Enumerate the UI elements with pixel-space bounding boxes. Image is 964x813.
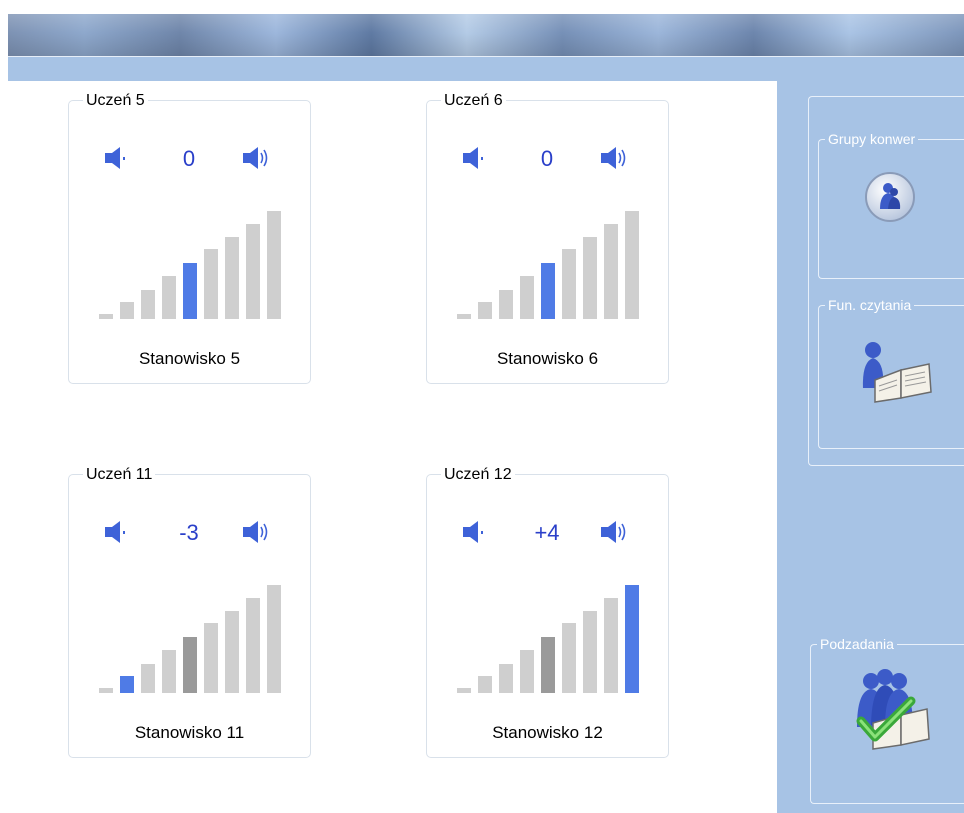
volume-bar[interactable] <box>183 637 197 693</box>
volume-bars[interactable] <box>457 209 639 319</box>
volume-bar[interactable] <box>625 211 639 319</box>
student-title: Uczeń 11 <box>83 466 156 484</box>
volume-bar[interactable] <box>604 224 618 319</box>
volume-bar[interactable] <box>604 598 618 693</box>
student-panel-11: Uczeń 11 -3 Stanowisko 11 <box>68 466 311 758</box>
station-label: Stanowisko 12 <box>492 723 603 742</box>
volume-bar[interactable] <box>520 650 534 693</box>
subtasks-label: Podzadania <box>817 636 897 652</box>
volume-bar[interactable] <box>478 676 492 693</box>
speaker-quiet-icon[interactable] <box>103 519 129 550</box>
volume-bar[interactable] <box>246 224 260 319</box>
groups-label: Grupy konwer <box>825 131 919 147</box>
reading-book-icon[interactable] <box>857 340 935 409</box>
volume-bar[interactable] <box>625 585 639 693</box>
volume-value: 0 <box>182 146 196 171</box>
volume-bar[interactable] <box>541 263 555 319</box>
volume-bar[interactable] <box>562 623 576 693</box>
speaker-loud-icon[interactable] <box>241 519 271 550</box>
volume-bar[interactable] <box>141 664 155 693</box>
volume-bar[interactable] <box>99 688 113 693</box>
speaker-loud-icon[interactable] <box>241 145 271 176</box>
volume-bar[interactable] <box>120 676 134 693</box>
reading-label: Fun. czytania <box>825 297 915 313</box>
volume-bar[interactable] <box>583 237 597 319</box>
volume-bar[interactable] <box>267 585 281 693</box>
subtasks-check-icon[interactable] <box>847 667 931 756</box>
volume-bar[interactable] <box>541 637 555 693</box>
volume-bar[interactable] <box>120 302 134 319</box>
student-panel-6: Uczeń 6 0 Stanowisko 6 <box>426 92 669 384</box>
volume-bar[interactable] <box>478 302 492 319</box>
speaker-loud-icon[interactable] <box>599 519 629 550</box>
volume-bar[interactable] <box>499 290 513 319</box>
student-title: Uczeń 12 <box>441 466 515 484</box>
volume-bar[interactable] <box>225 237 239 319</box>
volume-value: 0 <box>540 146 554 171</box>
header-banner <box>8 14 964 57</box>
volume-value: -3 <box>179 520 199 545</box>
volume-bar[interactable] <box>99 314 113 319</box>
student-title: Uczeń 5 <box>83 92 148 110</box>
subtasks-section: Podzadania <box>810 636 964 804</box>
volume-bar[interactable] <box>246 598 260 693</box>
speaker-loud-icon[interactable] <box>599 145 629 176</box>
volume-bar[interactable] <box>457 314 471 319</box>
volume-bar[interactable] <box>183 263 197 319</box>
volume-bar[interactable] <box>499 664 513 693</box>
student-panel-12: Uczeń 12 +4 Stanowisko 12 <box>426 466 669 758</box>
speaker-quiet-icon[interactable] <box>461 519 487 550</box>
conversation-groups-icon[interactable] <box>864 171 916 228</box>
speaker-quiet-icon[interactable] <box>103 145 129 176</box>
student-title: Uczeń 6 <box>441 92 506 110</box>
station-label: Stanowisko 11 <box>134 723 245 742</box>
station-label: Stanowisko 5 <box>138 349 241 368</box>
volume-bar[interactable] <box>583 611 597 693</box>
top-strip <box>8 57 964 81</box>
volume-bars[interactable] <box>99 209 281 319</box>
student-panel-5: Uczeń 5 0 Stanowisko 5 <box>68 92 311 384</box>
right-panel: Grupy konwer Fun. czytania Podzadania <box>777 81 964 813</box>
volume-value: +4 <box>534 520 560 545</box>
volume-bar[interactable] <box>204 623 218 693</box>
reading-section: Fun. czytania <box>818 297 964 449</box>
volume-bar[interactable] <box>162 650 176 693</box>
volume-bar[interactable] <box>562 249 576 319</box>
volume-bar[interactable] <box>267 211 281 319</box>
volume-bar[interactable] <box>204 249 218 319</box>
volume-bars[interactable] <box>99 583 281 693</box>
volume-bars[interactable] <box>457 583 639 693</box>
volume-bar[interactable] <box>225 611 239 693</box>
groups-section: Grupy konwer <box>818 131 964 279</box>
volume-bar[interactable] <box>141 290 155 319</box>
volume-bar[interactable] <box>457 688 471 693</box>
volume-bar[interactable] <box>520 276 534 319</box>
volume-bar[interactable] <box>162 276 176 319</box>
speaker-quiet-icon[interactable] <box>461 145 487 176</box>
station-label: Stanowisko 6 <box>496 349 599 368</box>
